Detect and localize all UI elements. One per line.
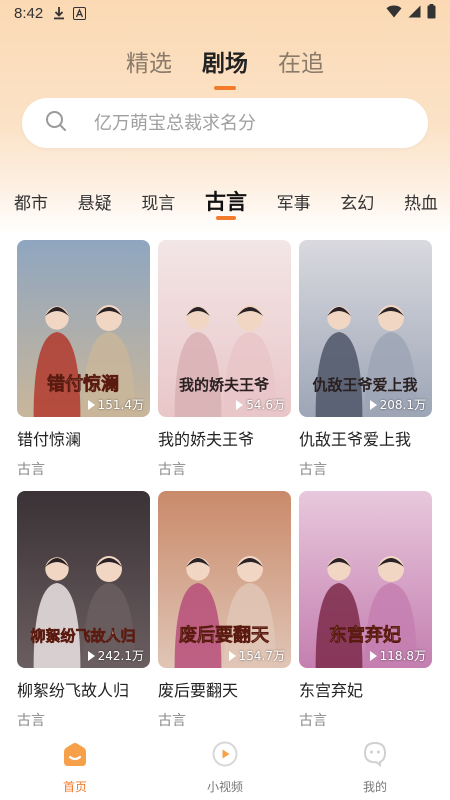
drama-title: 我的娇夫王爷 bbox=[158, 430, 255, 449]
drama-title: 东宫弃妃 bbox=[299, 681, 364, 700]
svg-text:错付惊澜: 错付惊澜 bbox=[47, 373, 119, 395]
nav-short-video-label: 小视频 bbox=[206, 780, 243, 794]
play-icon bbox=[236, 399, 244, 410]
category-suspense[interactable]: 悬疑 bbox=[78, 186, 112, 214]
status-bar: 8:42 bbox=[0, 0, 450, 26]
play-icon bbox=[87, 650, 95, 661]
svg-text:东宫弃妃: 东宫弃妃 bbox=[329, 624, 401, 646]
drama-genre: 古言 bbox=[17, 462, 45, 478]
signal-icon bbox=[408, 5, 421, 22]
poster-image: 废后要翻天 154.7万 bbox=[158, 491, 291, 668]
drama-grid: 错付惊澜 151.4万 错付惊澜 古言 我的娇夫王爷 54.6万 我的娇夫王爷 … bbox=[17, 240, 437, 730]
drama-card[interactable]: 我的娇夫王爷 54.6万 我的娇夫王爷 古言 bbox=[158, 240, 291, 479]
view-count: 242.1万 bbox=[87, 647, 144, 664]
main-tabs: 精选 剧场 在追 bbox=[0, 44, 450, 90]
nav-profile-label: 我的 bbox=[362, 780, 387, 794]
category-tabs: 都市 悬疑 现言 古言 军事 玄幻 热血 bbox=[0, 186, 450, 222]
view-count-value: 151.4万 bbox=[97, 398, 144, 412]
search-input[interactable] bbox=[94, 112, 394, 134]
search-icon bbox=[44, 109, 68, 137]
play-circle-icon bbox=[211, 740, 239, 772]
play-icon bbox=[369, 650, 377, 661]
drama-card[interactable]: 东宫弃妃 118.8万 东宫弃妃 古言 bbox=[299, 491, 432, 730]
view-count-value: 118.8万 bbox=[379, 649, 426, 663]
poster-image: 仇敌王爷爱上我 208.1万 bbox=[299, 240, 432, 417]
tab-theater[interactable]: 剧场 bbox=[202, 44, 248, 90]
profile-icon bbox=[361, 740, 389, 772]
nav-home[interactable]: 首页 bbox=[20, 740, 130, 795]
svg-text:我的娇夫王爷: 我的娇夫王爷 bbox=[179, 376, 270, 394]
category-fantasy[interactable]: 玄幻 bbox=[340, 186, 374, 214]
svg-text:仇敌王爷爱上我: 仇敌王爷爱上我 bbox=[312, 376, 417, 394]
play-icon bbox=[228, 650, 236, 661]
category-modern-romance[interactable]: 现言 bbox=[141, 186, 175, 214]
status-time: 8:42 bbox=[14, 4, 44, 22]
play-icon bbox=[369, 399, 377, 410]
view-count: 154.7万 bbox=[228, 647, 285, 664]
poster-image: 柳絮纷飞故人归 242.1万 bbox=[17, 491, 150, 668]
poster-image: 东宫弃妃 118.8万 bbox=[299, 491, 432, 668]
category-urban[interactable]: 都市 bbox=[14, 186, 48, 214]
search-bar[interactable] bbox=[22, 98, 428, 148]
battery-icon bbox=[427, 3, 436, 23]
poster-image: 我的娇夫王爷 54.6万 bbox=[158, 240, 291, 417]
view-count: 54.6万 bbox=[236, 396, 285, 413]
category-military[interactable]: 军事 bbox=[277, 186, 311, 214]
view-count-value: 54.6万 bbox=[246, 398, 285, 412]
drama-title: 错付惊澜 bbox=[17, 430, 82, 449]
drama-genre: 古言 bbox=[158, 713, 186, 729]
drama-genre: 古言 bbox=[17, 713, 45, 729]
view-count: 118.8万 bbox=[369, 647, 426, 664]
category-ancient-romance[interactable]: 古言 bbox=[205, 186, 247, 220]
drama-card[interactable]: 仇敌王爷爱上我 208.1万 仇敌王爷爱上我 古言 bbox=[299, 240, 432, 479]
nav-short-video[interactable]: 小视频 bbox=[170, 740, 280, 795]
tab-featured[interactable]: 精选 bbox=[126, 44, 172, 90]
drama-genre: 古言 bbox=[299, 713, 327, 729]
drama-title: 废后要翻天 bbox=[158, 681, 239, 700]
drama-title: 柳絮纷飞故人归 bbox=[17, 681, 130, 700]
drama-card[interactable]: 废后要翻天 154.7万 废后要翻天 古言 bbox=[158, 491, 291, 730]
bottom-nav: 首页 小视频 我的 bbox=[0, 728, 450, 800]
svg-text:柳絮纷飞故人归: 柳絮纷飞故人归 bbox=[30, 627, 135, 645]
download-icon bbox=[53, 6, 65, 20]
nav-home-label: 首页 bbox=[62, 780, 87, 794]
drama-genre: 古言 bbox=[299, 462, 327, 478]
view-count-value: 208.1万 bbox=[379, 398, 426, 412]
category-action[interactable]: 热血 bbox=[404, 186, 438, 214]
app-notification-icon bbox=[73, 6, 87, 20]
poster-image: 错付惊澜 151.4万 bbox=[17, 240, 150, 417]
nav-profile[interactable]: 我的 bbox=[320, 740, 430, 795]
svg-text:废后要翻天: 废后要翻天 bbox=[179, 624, 270, 646]
view-count: 208.1万 bbox=[369, 396, 426, 413]
drama-card[interactable]: 柳絮纷飞故人归 242.1万 柳絮纷飞故人归 古言 bbox=[17, 491, 150, 730]
view-count: 151.4万 bbox=[87, 396, 144, 413]
view-count-value: 154.7万 bbox=[238, 649, 285, 663]
drama-title: 仇敌王爷爱上我 bbox=[299, 430, 412, 449]
wifi-icon bbox=[386, 5, 402, 22]
drama-card[interactable]: 错付惊澜 151.4万 错付惊澜 古言 bbox=[17, 240, 150, 479]
drama-genre: 古言 bbox=[158, 462, 186, 478]
tab-following[interactable]: 在追 bbox=[278, 44, 324, 90]
home-icon bbox=[61, 740, 89, 772]
play-icon bbox=[87, 399, 95, 410]
view-count-value: 242.1万 bbox=[97, 649, 144, 663]
